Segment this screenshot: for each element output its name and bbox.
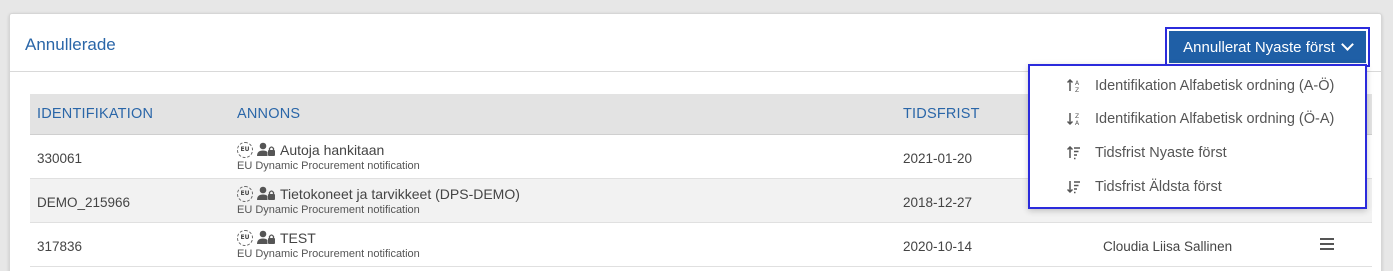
row-subtitle: EU Dynamic Procurement notification [237,160,420,172]
eu-badge-icon: EU [237,141,253,158]
user-lock-icon [257,186,275,200]
sort-option-label: Identifikation Alfabetisk ordning (Ö-A) [1095,111,1335,127]
sort-dropdown-menu: A Z Identifikation Alfabetisk ordning (A… [1028,64,1367,209]
row-deadline: 2018-12-27 [903,195,973,210]
row-title-link[interactable]: Tietokoneet ja tarvikkeet (DPS-DEMO) [280,186,520,202]
sort-button-label: Annullerat Nyaste först [1183,38,1335,56]
row-subtitle: EU Dynamic Procurement notification [237,204,420,216]
sort-alpha-asc-icon: A Z [1067,79,1080,93]
row-title-link[interactable]: TEST [280,230,316,246]
row-identification: DEMO_215966 [37,195,131,210]
panel-title: Annullerade [25,35,116,54]
row-identification: 317836 [37,239,83,254]
user-lock-icon [257,142,275,156]
user-lock-icon [257,230,275,244]
sort-amount-desc-icon [1067,181,1080,194]
sort-alpha-desc-icon: Z A [1067,113,1080,126]
svg-text:A: A [1075,120,1080,126]
sort-option-label: Tidsfrist Äldsta först [1095,179,1222,195]
table-row[interactable]: 317836 EU TEST EU Dynamic Procurement no… [30,223,1372,267]
hamburger-menu-icon[interactable] [1320,238,1334,250]
row-identification: 330061 [37,151,83,166]
svg-text:Z: Z [1075,87,1079,93]
row-deadline: 2021-01-20 [903,151,973,166]
eu-badge-icon: EU [237,185,253,202]
column-header-deadline[interactable]: TIDSFRIST [903,106,980,122]
column-header-annons[interactable]: ANNONS [237,106,300,122]
sort-dropdown-button[interactable]: Annullerat Nyaste först [1165,27,1370,67]
sort-amount-asc-icon [1067,146,1080,160]
sort-option-id-asc[interactable]: A Z Identifikation Alfabetisk ordning (A… [1030,70,1365,102]
sort-option-deadline-newest[interactable]: Tidsfrist Nyaste först [1030,137,1365,169]
sort-option-label: Tidsfrist Nyaste först [1095,145,1227,161]
row-title-link[interactable]: Autoja hankitaan [280,142,384,158]
row-user: Cloudia Liisa Sallinen [1103,239,1233,254]
chevron-down-icon [1341,38,1354,51]
eu-badge-icon: EU [237,229,253,246]
column-header-identification[interactable]: IDENTIFIKATION [37,106,153,122]
sort-option-label: Identifikation Alfabetisk ordning (A-Ö) [1095,78,1335,94]
row-subtitle: EU Dynamic Procurement notification [237,248,420,260]
sort-option-id-desc[interactable]: Z A Identifikation Alfabetisk ordning (Ö… [1030,103,1365,135]
dropdown-scroll-fade [1030,199,1365,207]
svg-text:Z: Z [1075,113,1079,120]
svg-text:A: A [1075,80,1080,87]
row-deadline: 2020-10-14 [903,239,973,254]
